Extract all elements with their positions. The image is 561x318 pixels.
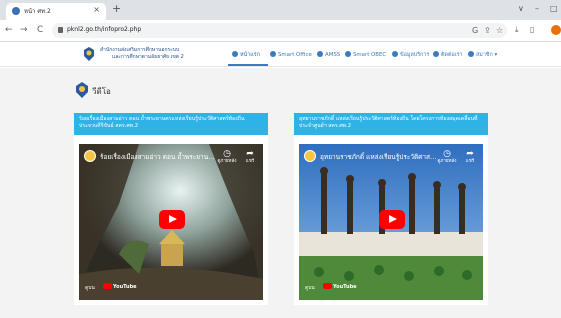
watch-later-button[interactable]: ◷ ดูภายหลัง — [216, 149, 238, 165]
menu-label: สมาชิก ▾ — [476, 52, 498, 58]
watch-later-label: ดูภายหลัง — [217, 159, 237, 164]
minimize-button[interactable]: – — [535, 4, 539, 13]
youtube-wordmark: YouTube — [333, 284, 357, 290]
play-button[interactable] — [159, 210, 185, 229]
download-icon[interactable]: ⤓ — [515, 25, 519, 35]
share-button[interactable]: ➦ แชร์ — [459, 149, 481, 165]
menu-label: Smart Office — [278, 52, 312, 58]
share-label: แชร์ — [245, 159, 255, 164]
play-button[interactable] — [379, 210, 405, 229]
active-menu-indicator — [228, 64, 268, 66]
site-favicon-icon — [12, 7, 20, 15]
youtube-logo[interactable]: YouTube — [103, 283, 137, 290]
share-icon: ➦ — [246, 149, 254, 159]
forward-button[interactable]: → — [20, 24, 28, 36]
clock-icon: ◷ — [443, 149, 451, 159]
menu-services[interactable]: ข้อมูลบริการ — [392, 50, 429, 60]
video-caption-bar: อุทยานราชภักดิ์ แหล่งเรียนรู้ประวัติศาสต… — [294, 113, 488, 135]
menu-smart-office[interactable]: Smart Office — [270, 50, 312, 60]
browser-tabstrip: หน้า ศท.2 × + ∨ – □ — [0, 0, 561, 20]
maximize-button[interactable]: □ — [550, 4, 558, 13]
new-tab-button[interactable]: + — [112, 3, 121, 15]
tab-close-icon[interactable]: × — [93, 5, 100, 14]
tab-title: หน้า ศท.2 — [24, 8, 51, 15]
reload-button[interactable]: C — [37, 24, 43, 36]
menu-label: ติดต่อเรา — [441, 52, 463, 58]
address-bar[interactable]: pknl2.go.th/infopro2.php G ⇪ ☆ — [52, 23, 507, 38]
menu-label: หน้าแรก — [240, 52, 260, 58]
section-title: วีดีโอ — [92, 87, 111, 96]
browser-toolbar: ← → C pknl2.go.th/infopro2.php G ⇪ ☆ ⤓ ▯ — [0, 20, 561, 42]
watch-later-button[interactable]: ◷ ดูภายหลัง — [436, 149, 458, 165]
video-caption-bar: ร้อยเรื่องเมืองสามอ่าว ตอน ถ้ำพระยานครแห… — [74, 113, 268, 135]
back-button[interactable]: ← — [5, 24, 13, 36]
translate-icon[interactable]: G — [472, 26, 478, 36]
amss-icon — [317, 51, 323, 57]
info-icon — [392, 51, 398, 57]
org-name[interactable]: สำนักงานส่งเสริมการศึกษานอกระบบ และการศึ… — [100, 47, 210, 61]
menu-label: AMSS — [325, 52, 341, 58]
share-label: แชร์ — [465, 159, 475, 164]
youtube-embed[interactable]: ร้อยเรื่องเมืองสามอ่าว ตอน ถ้ำพระยาน... … — [79, 144, 263, 300]
menu-home[interactable]: หน้าแรก — [232, 50, 260, 60]
share-icon: ➦ — [466, 149, 474, 159]
bookmark-star-icon[interactable]: ☆ — [496, 26, 503, 36]
browser-tab[interactable]: หน้า ศท.2 × — [6, 3, 106, 20]
lock-icon[interactable] — [58, 27, 63, 33]
channel-avatar[interactable] — [304, 150, 316, 162]
obec-icon — [345, 51, 351, 57]
section-logo-icon — [76, 82, 88, 98]
home-icon — [232, 51, 238, 57]
url-text[interactable]: pknl2.go.th/infopro2.php — [67, 26, 141, 33]
watch-on-label[interactable]: ดูบน — [85, 284, 95, 292]
youtube-embed[interactable]: อุทยานราชภักดิ์ แหล่งเรียนรู้ประวัติศาสต… — [299, 144, 483, 300]
video-caption: อุทยานราชภักดิ์ แหล่งเรียนรู้ประวัติศาสต… — [299, 116, 478, 129]
video-card: อุทยานราชภักดิ์ แหล่งเรียนรู้ประวัติศาสต… — [294, 113, 488, 305]
site-header: สำนักงานส่งเสริมการศึกษานอกระบบ และการศึ… — [0, 43, 561, 67]
youtube-icon — [103, 283, 112, 289]
video-card: ร้อยเรื่องเมืองสามอ่าว ตอน ถ้ำพระยานครแห… — [74, 113, 268, 305]
video-caption: ร้อยเรื่องเมืองสามอ่าว ตอน ถ้ำพระยานครแห… — [79, 116, 245, 129]
menu-contact[interactable]: ติดต่อเรา — [433, 50, 463, 60]
office-icon — [270, 51, 276, 57]
video-title[interactable]: อุทยานราชภักดิ์ แหล่งเรียนรู้ประวัติศาสต… — [320, 152, 438, 162]
channel-avatar[interactable] — [84, 150, 96, 162]
org-logo-icon[interactable] — [82, 46, 96, 62]
phone-icon — [433, 51, 439, 57]
watch-on-label[interactable]: ดูบน — [305, 284, 315, 292]
user-icon — [468, 51, 474, 57]
org-name-line1: สำนักงานส่งเสริมการศึกษานอกระบบ — [100, 47, 180, 53]
share-page-icon[interactable]: ⇪ — [484, 26, 491, 36]
watch-later-label: ดูภายหลัง — [437, 159, 457, 164]
menu-label: ข้อมูลบริการ — [400, 52, 430, 58]
menu-smart-obec[interactable]: Smart OBEC — [345, 50, 386, 60]
tab-search-icon[interactable]: ∨ — [518, 4, 524, 13]
side-panel-icon[interactable]: ▯ — [530, 25, 534, 35]
youtube-icon — [323, 283, 332, 289]
menu-label: Smart OBEC — [353, 52, 387, 58]
youtube-wordmark: YouTube — [113, 284, 137, 290]
share-button[interactable]: ➦ แชร์ — [239, 149, 261, 165]
video-title[interactable]: ร้อยเรื่องเมืองสามอ่าว ตอน ถ้ำพระยาน... — [100, 152, 218, 162]
profile-avatar[interactable] — [551, 25, 561, 35]
menu-member[interactable]: สมาชิก ▾ — [468, 50, 497, 60]
menu-amss[interactable]: AMSS — [317, 50, 340, 60]
youtube-logo[interactable]: YouTube — [323, 283, 357, 290]
clock-icon: ◷ — [223, 149, 231, 159]
org-name-line2: และการศึกษาตามอัธยาศัย เขต 2 — [112, 54, 184, 60]
